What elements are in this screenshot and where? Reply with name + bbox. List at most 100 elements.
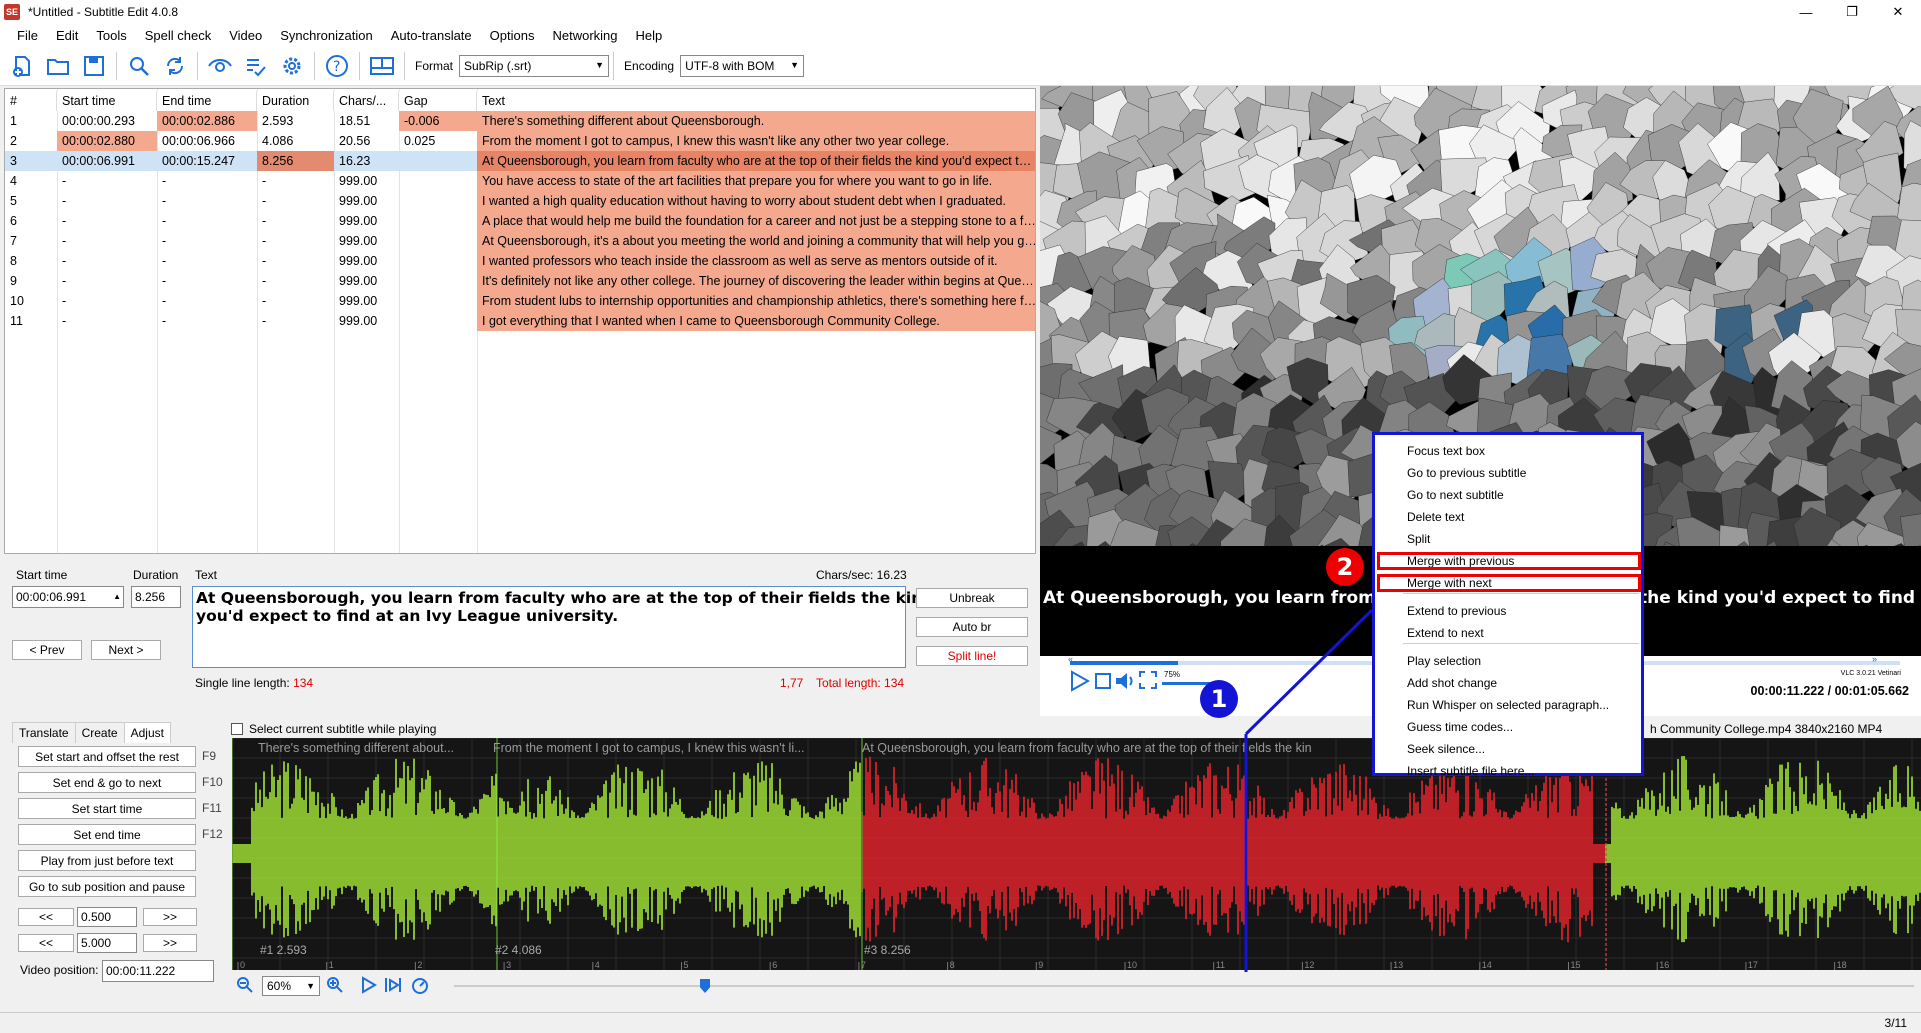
tab-adjust[interactable]: Adjust — [123, 722, 171, 743]
table-row[interactable]: 2 00:00:02.880 00:00:06.966 4.086 20.56 0.025… — [5, 131, 1035, 151]
encoding-select[interactable]: UTF-8 with BOM ▼ — [680, 54, 805, 77]
context-menu-item-go-to-next-subtitle[interactable]: Go to next subtitle — [1407, 488, 1504, 502]
maximize-button[interactable]: ❐ — [1829, 0, 1875, 24]
duration-input[interactable]: 8.256 — [131, 586, 181, 608]
menu-synchronization[interactable]: Synchronization — [271, 28, 382, 43]
select-while-playing[interactable]: Select current subtitle while playing — [231, 722, 436, 736]
step-input-2[interactable]: 5.000 — [77, 933, 137, 953]
adjust-button-1[interactable]: Set end & go to next — [18, 772, 196, 793]
context-menu-item-run-whisper-on-selected-paragraph[interactable]: Run Whisper on selected paragraph... — [1407, 698, 1609, 712]
prev-button[interactable]: < Prev — [12, 640, 82, 660]
step-back-button-2[interactable]: << — [18, 934, 74, 952]
volume-icon[interactable] — [1114, 670, 1136, 692]
table-row[interactable]: 3 00:00:06.991 00:00:15.247 8.256 16.23 At Qu… — [5, 151, 1035, 171]
stop-icon[interactable] — [1094, 672, 1112, 690]
subtitle-grid[interactable]: # Start time End time Duration Chars/... Gap T… — [4, 88, 1036, 554]
select-while-playing-checkbox[interactable] — [231, 723, 243, 735]
context-menu-item-seek-silence[interactable]: Seek silence... — [1407, 742, 1485, 756]
format-select[interactable]: SubRip (.srt) ▼ — [459, 54, 610, 77]
column-header[interactable]: # — [5, 91, 57, 111]
step-forward-button-1[interactable]: >> — [143, 908, 197, 926]
menu-networking[interactable]: Networking — [543, 28, 626, 43]
menu-video[interactable]: Video — [220, 28, 271, 43]
adjust-button-3[interactable]: Set end time — [18, 824, 196, 845]
table-row[interactable]: 8 - - - 999.00 I wanted professors who teach … — [5, 251, 1035, 271]
context-menu-item-play-selection[interactable]: Play selection — [1407, 654, 1481, 668]
step-forward-button-2[interactable]: >> — [143, 934, 197, 952]
visual-sync-icon[interactable] — [206, 52, 234, 80]
video-position-input[interactable]: 00:00:11.222 — [102, 960, 214, 982]
zoom-out-icon[interactable] — [236, 976, 254, 994]
context-menu-item-guess-time-codes[interactable]: Guess time codes... — [1407, 720, 1513, 734]
play-waveform-icon[interactable] — [360, 976, 378, 994]
adjust-button-4[interactable]: Play from just before text — [18, 850, 196, 871]
table-row[interactable]: 1 00:00:00.293 00:00:02.886 2.593 18.51 -0.00… — [5, 111, 1035, 131]
adjust-button-5[interactable]: Go to sub position and pause — [18, 876, 196, 897]
auto-br-button[interactable]: Auto br — [916, 617, 1028, 637]
play-selection-icon[interactable] — [384, 976, 402, 994]
start-time-input[interactable]: 00:00:06.991 ▲ — [12, 586, 124, 608]
zoom-select[interactable]: 60% ▼ — [262, 976, 320, 996]
context-menu-item-go-to-previous-subtitle[interactable]: Go to previous subtitle — [1407, 466, 1526, 480]
menu-spell-check[interactable]: Spell check — [136, 28, 220, 43]
menu-auto-translate[interactable]: Auto-translate — [382, 28, 481, 43]
speed-icon[interactable] — [410, 976, 430, 994]
context-menu-item-split[interactable]: Split — [1407, 532, 1430, 546]
column-header[interactable]: Start time — [57, 91, 157, 111]
context-menu-item-focus-text-box[interactable]: Focus text box — [1407, 444, 1485, 458]
tab-create[interactable]: Create — [74, 722, 125, 743]
audio-waveform[interactable]: There's something different about... From… — [232, 738, 1921, 970]
cell-text: At Queensborough, it's a about you meeti… — [477, 231, 1035, 251]
cell-gap: 0.025 — [404, 134, 436, 148]
table-row[interactable]: 9 - - - 999.00 It's definitely not like any o… — [5, 271, 1035, 291]
split-line-button[interactable]: Split line! — [916, 646, 1028, 666]
menu-tools[interactable]: Tools — [87, 28, 135, 43]
table-row[interactable]: 10 - - - 999.00 From student lubs to internsh… — [5, 291, 1035, 311]
zoom-in-icon[interactable] — [326, 976, 344, 994]
subtitle-text-box[interactable]: At Queensborough, you learn from faculty… — [192, 586, 933, 668]
waveform-scroll-track[interactable] — [454, 985, 1914, 987]
tab-translate[interactable]: Translate — [12, 722, 76, 743]
menu-edit[interactable]: Edit — [47, 28, 87, 43]
new-file-icon[interactable] — [8, 52, 36, 80]
adjust-button-2[interactable]: Set start time — [18, 798, 196, 819]
replace-icon[interactable] — [161, 52, 189, 80]
settings-gear-icon[interactable] — [278, 52, 306, 80]
find-icon[interactable] — [125, 52, 153, 80]
column-header[interactable]: Text — [477, 91, 1035, 111]
context-menu-item-extend-to-next[interactable]: Extend to next — [1407, 626, 1484, 640]
waveform-tick-label: 18 — [1837, 960, 1847, 970]
table-row[interactable]: 4 - - - 999.00 You have access to state of th… — [5, 171, 1035, 191]
context-menu-item-extend-to-previous[interactable]: Extend to previous — [1407, 604, 1506, 618]
context-menu-item-add-shot-change[interactable]: Add shot change — [1407, 676, 1497, 690]
menu-bar: File Edit Tools Spell check Video Synchr… — [0, 24, 1921, 46]
open-folder-icon[interactable] — [44, 52, 72, 80]
play-icon[interactable] — [1068, 670, 1090, 692]
waveform-scroll-thumb[interactable] — [700, 979, 710, 993]
unbreak-button[interactable]: Unbreak — [916, 588, 1028, 608]
adjust-button-0[interactable]: Set start and offset the rest — [18, 746, 196, 767]
table-row[interactable]: 7 - - - 999.00 At Queensborough, it's a about… — [5, 231, 1035, 251]
next-button[interactable]: Next > — [91, 640, 161, 660]
minimize-button[interactable]: — — [1783, 0, 1829, 24]
table-row[interactable]: 5 - - - 999.00 I wanted a high quality educat… — [5, 191, 1035, 211]
menu-options[interactable]: Options — [481, 28, 544, 43]
help-icon[interactable]: ? — [323, 52, 351, 80]
table-row[interactable]: 6 - - - 999.00 A place that would help me bui… — [5, 211, 1035, 231]
column-header[interactable]: Duration — [257, 91, 334, 111]
spell-check-icon[interactable] — [242, 52, 270, 80]
step-back-button-1[interactable]: << — [18, 908, 74, 926]
save-icon[interactable] — [80, 52, 108, 80]
table-row[interactable]: 11 - - - 999.00 I got everything that I wante… — [5, 311, 1035, 331]
column-header[interactable]: Gap — [399, 91, 477, 111]
layout-icon[interactable] — [368, 52, 396, 80]
menu-help[interactable]: Help — [627, 28, 672, 43]
close-button[interactable]: ✕ — [1875, 0, 1921, 24]
context-menu-item-delete-text[interactable]: Delete text — [1407, 510, 1464, 524]
fullscreen-icon[interactable] — [1138, 670, 1158, 690]
menu-file[interactable]: File — [8, 28, 47, 43]
column-header[interactable]: End time — [157, 91, 257, 111]
step-input-1[interactable]: 0.500 — [77, 907, 137, 927]
column-header[interactable]: Chars/... — [334, 91, 399, 111]
context-menu-item-insert-subtitle-file-here[interactable]: Insert subtitle file here... — [1407, 764, 1534, 778]
